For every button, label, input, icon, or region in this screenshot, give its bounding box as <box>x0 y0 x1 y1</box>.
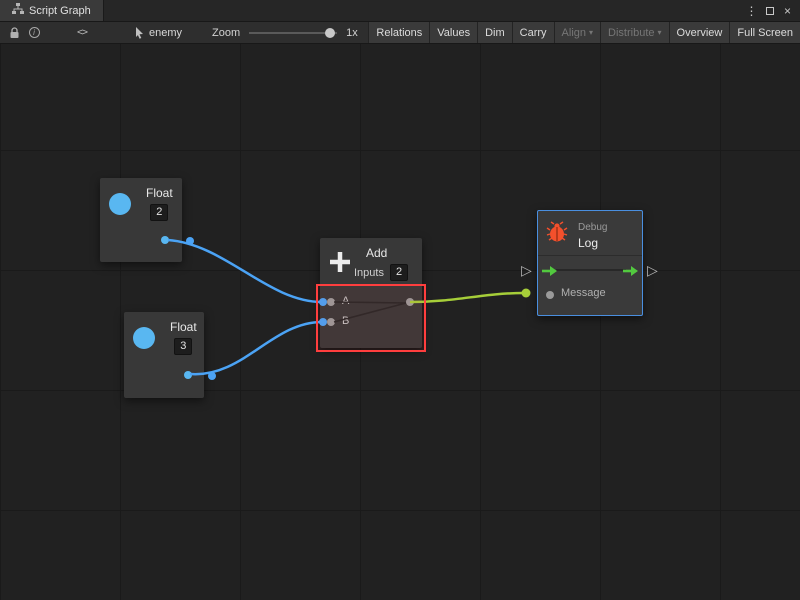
float-output-port[interactable] <box>184 371 192 379</box>
wire-dot <box>186 237 194 245</box>
wire-dot <box>522 289 531 298</box>
tab-script-graph[interactable]: Script Graph <box>0 0 104 21</box>
float-output-port[interactable] <box>161 236 169 244</box>
graph-canvas[interactable]: Float 2 Float 3 Add <box>0 44 800 600</box>
overview-button[interactable]: Overview <box>669 22 730 43</box>
node-title: Log <box>578 236 598 250</box>
float-value-input[interactable]: 2 <box>150 204 168 221</box>
distribute-button: Distribute▾ <box>600 22 668 43</box>
script-graph-window: Script Graph ⋮ × i <> enemy Zo <box>0 0 800 600</box>
wire-dot <box>208 372 216 380</box>
lock-icon <box>9 27 20 39</box>
window-menu-button[interactable]: ⋮ <box>744 3 759 19</box>
float-node-1[interactable]: Float 2 <box>100 178 182 262</box>
close-button[interactable]: × <box>780 3 795 19</box>
message-input-port[interactable] <box>546 291 554 299</box>
port-a-label: A <box>342 295 349 307</box>
inputs-label: Inputs <box>354 267 384 279</box>
port-b-label: B <box>342 315 349 327</box>
inputs-count-input[interactable]: 2 <box>390 264 408 281</box>
maximize-icon <box>766 7 774 15</box>
graph-toolbar: i <> enemy Zoom 1x Relations Values Dim … <box>0 22 800 44</box>
tab-title: Script Graph <box>29 5 91 17</box>
full-screen-button[interactable]: Full Screen <box>729 22 800 43</box>
relations-button[interactable]: Relations <box>368 22 429 43</box>
window-controls: ⋮ × <box>744 0 800 21</box>
chevron-down-icon: ▾ <box>658 28 662 37</box>
wire-float2-to-b[interactable] <box>190 322 322 374</box>
add-node-header: Add Inputs 2 <box>320 238 422 286</box>
flow-output-arrow-icon[interactable] <box>623 264 639 282</box>
info-button[interactable]: i <box>24 23 44 43</box>
node-title: Float <box>170 320 197 334</box>
float-type-icon <box>109 193 131 215</box>
info-icon: i <box>29 27 40 38</box>
code-icon: <> <box>77 27 87 38</box>
graph-icon <box>12 3 24 18</box>
zoom-value: 1x <box>346 27 358 39</box>
debug-log-node[interactable]: Debug Log Message <box>537 210 643 316</box>
input-port-b[interactable] <box>327 318 335 326</box>
input-port-a[interactable] <box>327 298 335 306</box>
lock-button[interactable] <box>4 23 24 43</box>
wire-add-to-message[interactable] <box>410 293 524 302</box>
plus-icon <box>327 249 353 280</box>
zoom-slider[interactable] <box>249 27 337 39</box>
float-type-icon <box>133 327 155 349</box>
flow-connection-line <box>556 269 626 271</box>
align-button: Align▾ <box>554 22 600 43</box>
float-node-2[interactable]: Float 3 <box>124 312 204 398</box>
maximize-button[interactable] <box>762 3 777 19</box>
wire-float1-to-a[interactable] <box>168 240 322 302</box>
zoom-label: Zoom <box>212 27 240 39</box>
graph-name: enemy <box>149 27 182 39</box>
zoom-control: Zoom 1x <box>212 27 358 39</box>
debug-node-header: Debug Log <box>538 211 642 256</box>
add-node[interactable]: Add Inputs 2 A B <box>320 238 422 348</box>
cursor-icon <box>134 27 144 39</box>
zoom-slider-track <box>249 32 337 34</box>
flow-exit-triangle-icon[interactable]: ▷ <box>647 263 658 277</box>
dim-button[interactable]: Dim <box>477 22 512 43</box>
flow-input-arrow-icon[interactable] <box>542 264 558 282</box>
graph-breadcrumb[interactable]: enemy <box>134 27 182 39</box>
node-title: Add <box>366 246 387 260</box>
toolbar-buttons: Relations Values Dim Carry Align▾ Distri… <box>368 22 800 43</box>
flow-entry-triangle-icon[interactable]: ▷ <box>521 263 532 277</box>
titlebar: Script Graph ⋮ × <box>0 0 800 22</box>
node-title: Float <box>146 186 173 200</box>
bug-icon <box>546 221 568 248</box>
float-value-input[interactable]: 3 <box>174 338 192 355</box>
values-button[interactable]: Values <box>429 22 477 43</box>
node-category: Debug <box>578 222 607 233</box>
message-label: Message <box>561 287 606 299</box>
output-port-sum[interactable] <box>406 298 414 306</box>
zoom-slider-handle[interactable] <box>325 28 335 38</box>
chevron-down-icon: ▾ <box>589 28 593 37</box>
carry-button[interactable]: Carry <box>512 22 554 43</box>
code-button[interactable]: <> <box>72 23 92 43</box>
